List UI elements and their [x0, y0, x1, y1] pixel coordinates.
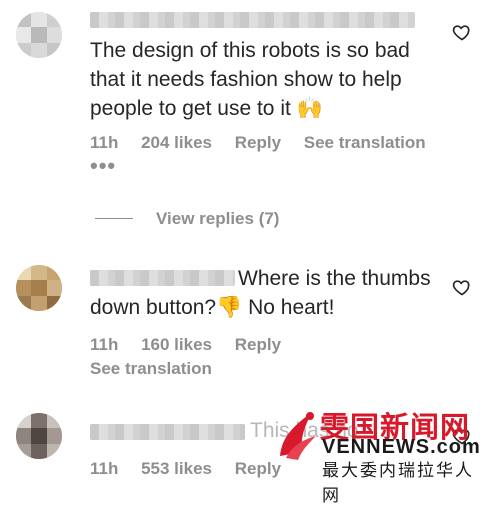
bird-logo-icon — [272, 406, 320, 467]
heart-icon[interactable] — [452, 22, 472, 42]
reply-button[interactable]: Reply — [235, 133, 281, 152]
comment-meta: 11h 160 likes Reply — [90, 335, 299, 355]
comment-text: Where is the thumbs down button?👎 No hea… — [90, 267, 431, 319]
avatar[interactable] — [16, 413, 62, 459]
like-count[interactable]: 553 likes — [141, 459, 212, 478]
avatar[interactable] — [16, 265, 62, 311]
comment-meta: 11h 204 likes Reply See translation — [90, 133, 444, 153]
avatar[interactable] — [16, 12, 62, 58]
comment-meta: 11h 553 likes Reply — [90, 459, 299, 479]
username-blurred[interactable] — [90, 424, 245, 440]
see-translation-link[interactable]: See translation — [90, 359, 212, 379]
comment-time: 11h — [90, 133, 119, 152]
comment-text: The design of this robots is so bad that… — [90, 39, 410, 120]
heart-icon[interactable] — [452, 277, 472, 297]
like-count[interactable]: 204 likes — [141, 133, 212, 152]
view-replies-button[interactable]: View replies (7) — [156, 209, 279, 229]
like-count[interactable]: 160 likes — [141, 335, 212, 354]
more-options-icon[interactable]: ••• — [90, 153, 116, 179]
reply-button[interactable]: Reply — [235, 335, 281, 354]
username-blurred[interactable] — [90, 12, 415, 28]
see-translation-link[interactable]: See translation — [304, 133, 426, 152]
comment-time: 11h — [90, 335, 119, 354]
comment-time: 11h — [90, 459, 119, 478]
watermark-subtitle: 最大委内瑞拉华人网 — [322, 461, 474, 505]
replies-divider — [95, 218, 133, 219]
